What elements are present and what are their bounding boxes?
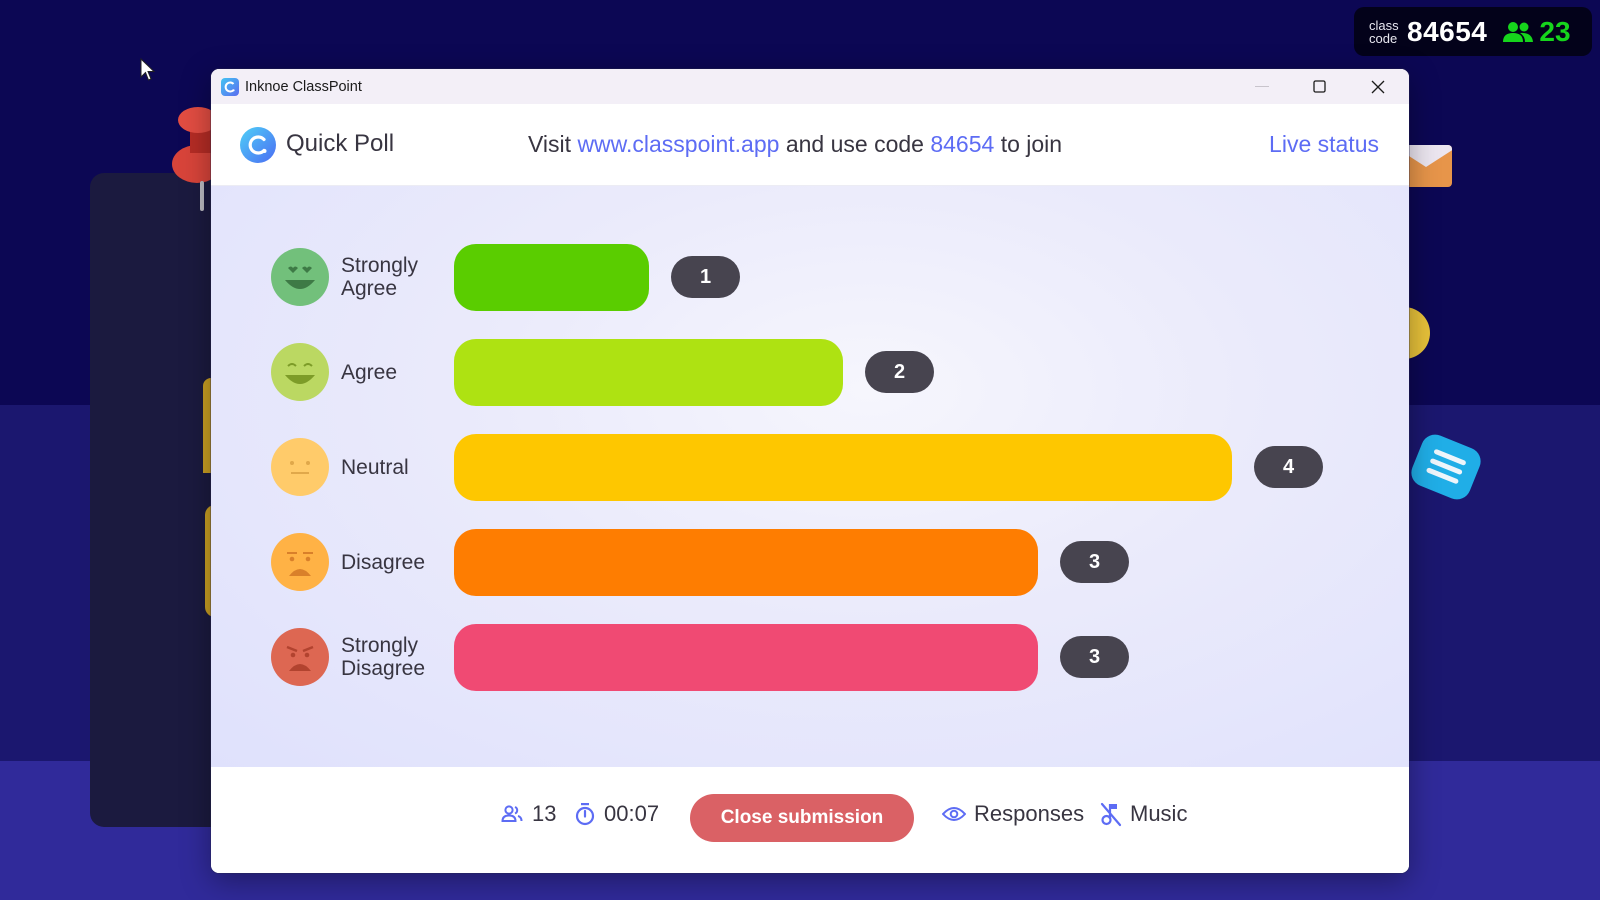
classpoint-logo-icon (240, 127, 276, 163)
vote-count-badge: 3 (1060, 541, 1129, 583)
class-code-badge: class code 84654 23 (1354, 7, 1592, 56)
option-label: Disagree (341, 551, 426, 574)
option-label: Strongly Agree (341, 254, 419, 300)
music-button[interactable]: Music (1100, 801, 1187, 827)
mouse-cursor-icon (140, 58, 156, 81)
poll-footer: 13 00:07 Close submission Responses Musi… (211, 767, 1409, 873)
vote-count-badge: 2 (865, 351, 934, 393)
title-bar[interactable]: Inknoe ClassPoint (211, 69, 1409, 104)
minimize-icon (1255, 85, 1269, 87)
minimize-button[interactable] (1233, 69, 1291, 104)
responded-count: 13 (501, 801, 556, 827)
neutral-face-icon (271, 438, 329, 496)
poll-option-row: Disagree 3 (211, 527, 1409, 597)
close-submission-button[interactable]: Close submission (690, 794, 914, 842)
poll-title: Quick Poll (286, 130, 395, 157)
poll-option-row: Neutral 4 (211, 432, 1409, 502)
vote-count-badge: 3 (1060, 636, 1129, 678)
vote-count-badge: 4 (1254, 446, 1323, 488)
result-bar (454, 434, 1232, 501)
people-icon (501, 805, 523, 822)
result-bar (454, 244, 649, 311)
poll-header: Quick Poll Visit www.classpoint.app and … (211, 104, 1409, 186)
stopwatch-icon (575, 803, 595, 826)
class-code-value: 84654 (1407, 15, 1488, 47)
option-label: Agree (341, 361, 398, 384)
classpoint-app-icon (221, 77, 239, 96)
join-code: 84654 (930, 131, 995, 157)
grinning-face-icon (271, 343, 329, 401)
result-bar (454, 529, 1038, 596)
poll-option-row: Strongly Disagree 3 (211, 622, 1409, 692)
result-bar (454, 339, 843, 406)
classpoint-window: Inknoe ClassPoint Quick Poll Visit www.c… (211, 69, 1409, 873)
responses-button[interactable]: Responses (942, 801, 1084, 827)
result-bar (454, 624, 1038, 691)
join-instructions: Visit www.classpoint.app and use code 84… (528, 131, 1063, 157)
close-window-button[interactable] (1349, 69, 1407, 104)
poll-option-row: Agree 2 (211, 337, 1409, 407)
heart-eyes-face-icon (271, 248, 329, 306)
participant-count: 23 (1539, 15, 1571, 47)
eye-icon (942, 807, 966, 821)
poll-option-row: Strongly Agree 1 (211, 242, 1409, 312)
live-status-link[interactable]: Live status (1269, 131, 1379, 158)
poll-results-chart: Strongly Agree 1 Agree 2 Neutral 4 Disagree 3 Str… (211, 186, 1409, 767)
timer: 00:07 (575, 801, 659, 827)
angry-face-icon (271, 628, 329, 686)
option-label: Strongly Disagree (341, 634, 426, 680)
vote-count-badge: 1 (671, 256, 740, 298)
join-url-link[interactable]: www.classpoint.app (577, 131, 779, 157)
window-title: Inknoe ClassPoint (245, 78, 362, 95)
frowning-face-icon (271, 533, 329, 591)
participants-icon (1503, 21, 1534, 42)
option-label: Neutral (341, 456, 409, 479)
maximize-button[interactable] (1291, 69, 1349, 104)
background-slide-card (90, 173, 230, 827)
maximize-icon (1313, 79, 1326, 93)
class-code-label: class code (1369, 17, 1399, 46)
close-icon (1371, 80, 1385, 93)
music-off-icon (1100, 802, 1122, 827)
